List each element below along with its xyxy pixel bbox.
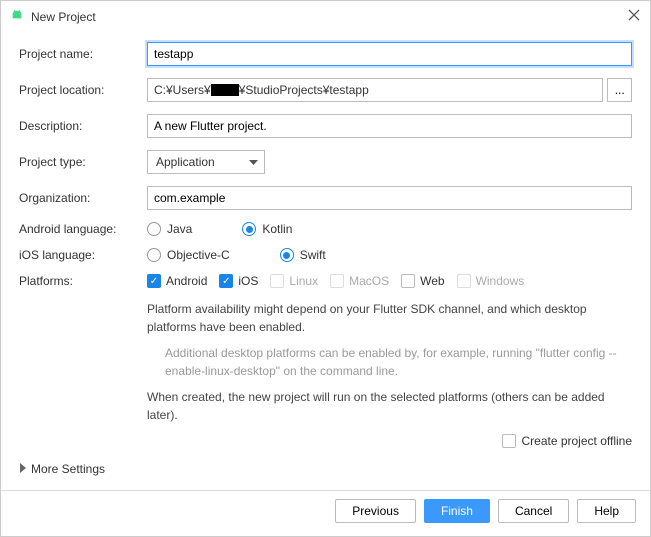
additional-platforms-text: Additional desktop platforms can be enab… [165,344,632,380]
checkbox-icon [401,274,415,288]
checkbox-icon [502,434,516,448]
checkbox-macos: MacOS [330,274,389,288]
when-created-text: When created, the new project will run o… [147,388,632,424]
radio-icon [147,222,161,236]
project-name-input[interactable] [147,42,632,66]
project-location-label: Project location: [19,83,147,97]
organization-input[interactable] [147,186,632,210]
help-button[interactable]: Help [577,499,636,523]
chevron-right-icon [19,462,27,476]
finish-button[interactable]: Finish [424,499,490,523]
cancel-button[interactable]: Cancel [498,499,569,523]
radio-icon [242,222,256,236]
checkbox-icon [457,274,471,288]
checkbox-icon [330,274,344,288]
checkbox-icon [270,274,284,288]
ios-language-label: iOS language: [19,248,147,262]
checkbox-web[interactable]: Web [401,274,444,288]
description-input[interactable] [147,114,632,138]
android-icon [9,7,25,26]
radio-icon [280,248,294,262]
checkbox-windows: Windows [457,274,525,288]
radio-icon [147,248,161,262]
more-settings-toggle[interactable]: More Settings [1,448,650,490]
android-language-label: Android language: [19,222,147,236]
window-title: New Project [31,10,620,24]
checkbox-create-offline[interactable]: Create project offline [502,434,632,448]
radio-java[interactable]: Java [147,222,192,236]
checkbox-icon: ✓ [219,274,233,288]
description-label: Description: [19,119,147,133]
project-name-label: Project name: [19,47,147,61]
chevron-down-icon [249,155,258,169]
project-type-select[interactable]: Application [147,150,265,174]
radio-swift[interactable]: Swift [280,248,326,262]
redacted-username [211,84,239,96]
platforms-label: Platforms: [19,274,147,288]
project-type-label: Project type: [19,155,147,169]
checkbox-android[interactable]: ✓ Android [147,274,207,288]
radio-objective-c[interactable]: Objective-C [147,248,230,262]
browse-button[interactable]: ... [607,78,632,102]
project-location-input[interactable]: C:¥Users¥¥StudioProjects¥testapp [147,78,603,102]
platform-availability-text: Platform availability might depend on yo… [147,300,632,336]
previous-button[interactable]: Previous [335,499,416,523]
organization-label: Organization: [19,191,147,205]
checkbox-ios[interactable]: ✓ iOS [219,274,258,288]
close-icon[interactable] [626,7,642,26]
radio-kotlin[interactable]: Kotlin [242,222,292,236]
checkbox-linux: Linux [270,274,318,288]
checkbox-icon: ✓ [147,274,161,288]
